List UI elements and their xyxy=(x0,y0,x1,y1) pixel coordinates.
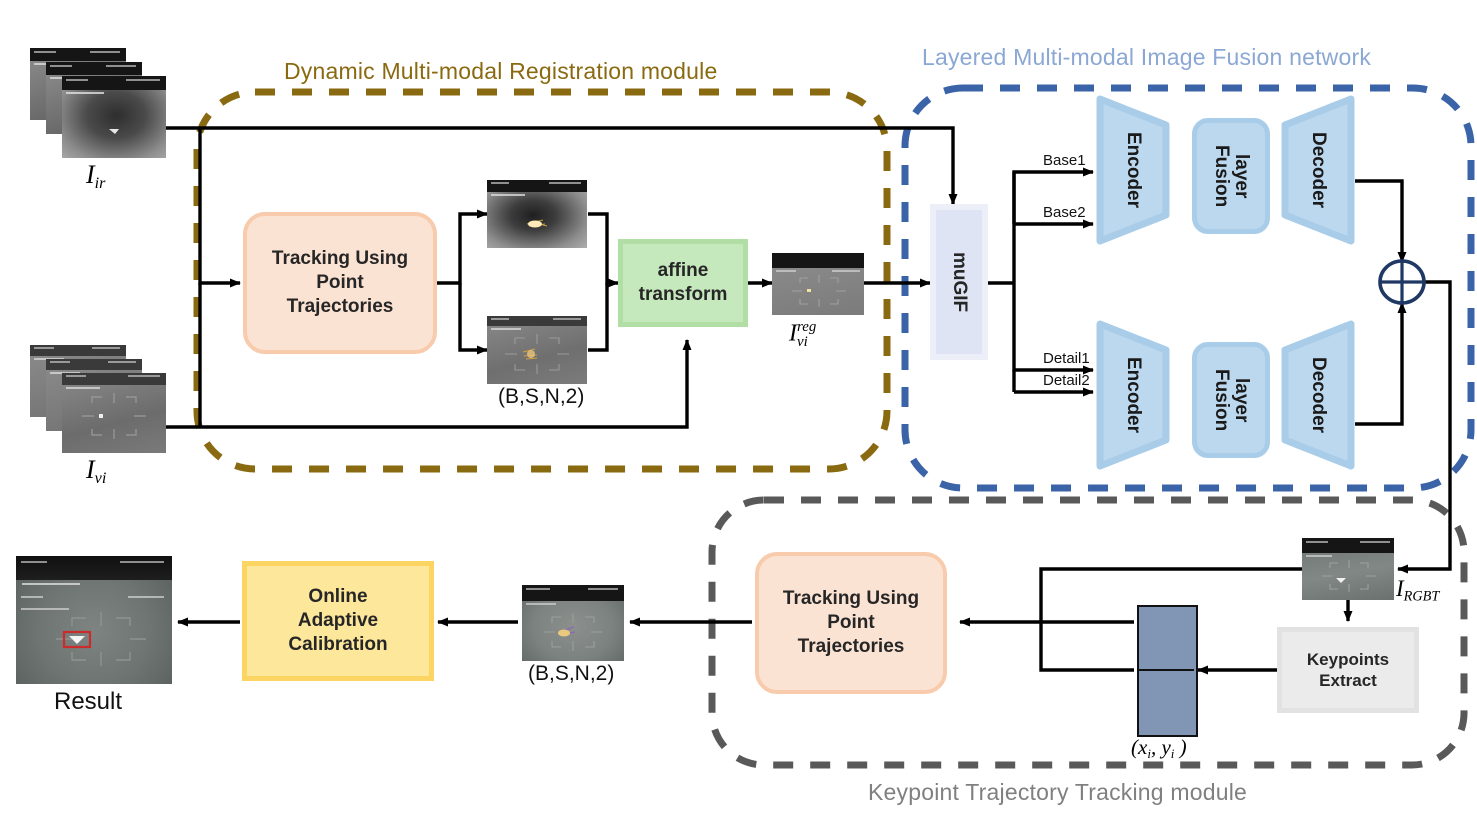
registered-vi-label: Ireg vi xyxy=(789,319,817,350)
keypoints-extract-box[interactable]: Keypoints Extract xyxy=(1277,627,1419,713)
rgbt-preview xyxy=(1302,538,1394,600)
result-label: Result xyxy=(54,688,123,715)
tracking-point-trajectories-box-2[interactable]: Tracking Using Point Trajectories xyxy=(755,552,947,694)
mugif-label: muGIF xyxy=(948,251,970,313)
decoder-top-label: Decoder xyxy=(1308,131,1329,209)
tracking2-box-line3: Trajectories xyxy=(797,635,905,657)
edge-label-detail2: Detail2 xyxy=(1043,372,1090,389)
decoder-bottom[interactable]: Decoder xyxy=(1281,320,1355,470)
tracking-box-line3: Trajectories xyxy=(286,295,394,317)
ir-image-stack xyxy=(30,48,166,158)
edge-topdecoder-to-sum xyxy=(1355,179,1407,263)
summation-node xyxy=(1378,259,1426,305)
edge-label-base2: Base2 xyxy=(1043,204,1086,221)
online-adaptive-calibration-box[interactable]: Online Adaptive Calibration xyxy=(242,561,434,681)
decoder-top[interactable]: Decoder xyxy=(1281,95,1355,245)
registration-ir-preview xyxy=(487,180,587,248)
fusion-layer-bottom[interactable]: layer Fusion xyxy=(1192,342,1270,458)
edge-ir-to-tracking xyxy=(198,128,241,288)
fusion-layer-top-line1: Fusion xyxy=(1211,144,1232,208)
fusion-layer-top-line2: layer xyxy=(1230,153,1252,199)
ir-input-label: Iir xyxy=(86,160,106,193)
fusion-layer-top[interactable]: layer Fusion xyxy=(1192,118,1270,234)
rgbt-output-label: IRGBT xyxy=(1396,576,1440,605)
encoder-top-label: Encoder xyxy=(1123,131,1144,209)
coords-label: (xi, yi ) xyxy=(1131,735,1187,762)
keypoints-extract-line1: Keypoints xyxy=(1306,649,1390,669)
vi-image-stack xyxy=(30,345,166,455)
edge-label-base1: Base1 xyxy=(1043,152,1086,169)
decoder-bottom-label: Decoder xyxy=(1308,356,1329,434)
calibration-line1: Online xyxy=(308,586,368,608)
keypoint-module-caption: Keypoint Trajectory Tracking module xyxy=(868,779,1248,805)
edge-label-detail1: Detail1 xyxy=(1043,350,1090,367)
edge-tracking-split xyxy=(437,209,488,285)
fusion-layer-bottom-line2: layer xyxy=(1230,377,1252,423)
edge-botdecoder-to-sum xyxy=(1355,302,1407,426)
affine-transform-box[interactable]: affine transform xyxy=(618,239,748,327)
edge-thumb2-to-affine xyxy=(588,283,609,352)
affine-line1: affine xyxy=(657,260,709,282)
coords-tensor-divider xyxy=(1137,669,1194,671)
tracking2-box-line1: Tracking Using xyxy=(782,588,920,610)
tracking-box-line2: Point xyxy=(316,272,364,294)
edge-base1 xyxy=(1012,167,1094,283)
encoder-top[interactable]: Encoder xyxy=(1096,95,1170,245)
encoder-bottom[interactable]: Encoder xyxy=(1096,320,1170,470)
affine-line2: transform xyxy=(638,284,728,305)
registration-tensor-label: (B,S,N,2) xyxy=(498,385,585,408)
mugif-box[interactable]: muGIF xyxy=(930,204,988,360)
vi-frame-front xyxy=(62,373,166,453)
keypoints-extract-line2: Extract xyxy=(1319,671,1377,690)
registration-module-caption: Dynamic Multi-modal Registration module xyxy=(284,58,718,84)
registered-vi-preview xyxy=(772,253,864,315)
diagram-canvas: Dynamic Multi-modal Registration module … xyxy=(0,0,1477,827)
calibration-line2: Adaptive xyxy=(297,610,379,632)
edge-tracking-split2 xyxy=(458,283,488,355)
registration-vi-preview xyxy=(487,316,587,384)
result-preview xyxy=(16,556,172,684)
tracking2-box-line2: Point xyxy=(827,612,875,634)
tracking-point-trajectories-box[interactable]: Tracking Using Point Trajectories xyxy=(243,212,437,354)
fusion-module-caption: Layered Multi-modal Image Fusion network xyxy=(922,44,1372,70)
bottom-tensor-preview xyxy=(522,585,624,661)
tracking-box-line1: Tracking Using xyxy=(271,248,409,270)
encoder-bottom-label: Encoder xyxy=(1123,356,1144,434)
calibration-line3: Calibration xyxy=(288,633,388,655)
edge-sum-to-rgbt xyxy=(1397,280,1452,574)
coords-tensor-block xyxy=(1137,605,1198,737)
vi-input-label: Ivi xyxy=(86,455,107,488)
fusion-module-boundary xyxy=(901,84,1475,492)
bottom-tensor-label: (B,S,N,2) xyxy=(528,662,615,685)
edge-thumb1-to-affine xyxy=(588,212,619,288)
fusion-layer-bottom-line1: Fusion xyxy=(1211,368,1232,432)
ir-frame-front xyxy=(62,76,166,158)
